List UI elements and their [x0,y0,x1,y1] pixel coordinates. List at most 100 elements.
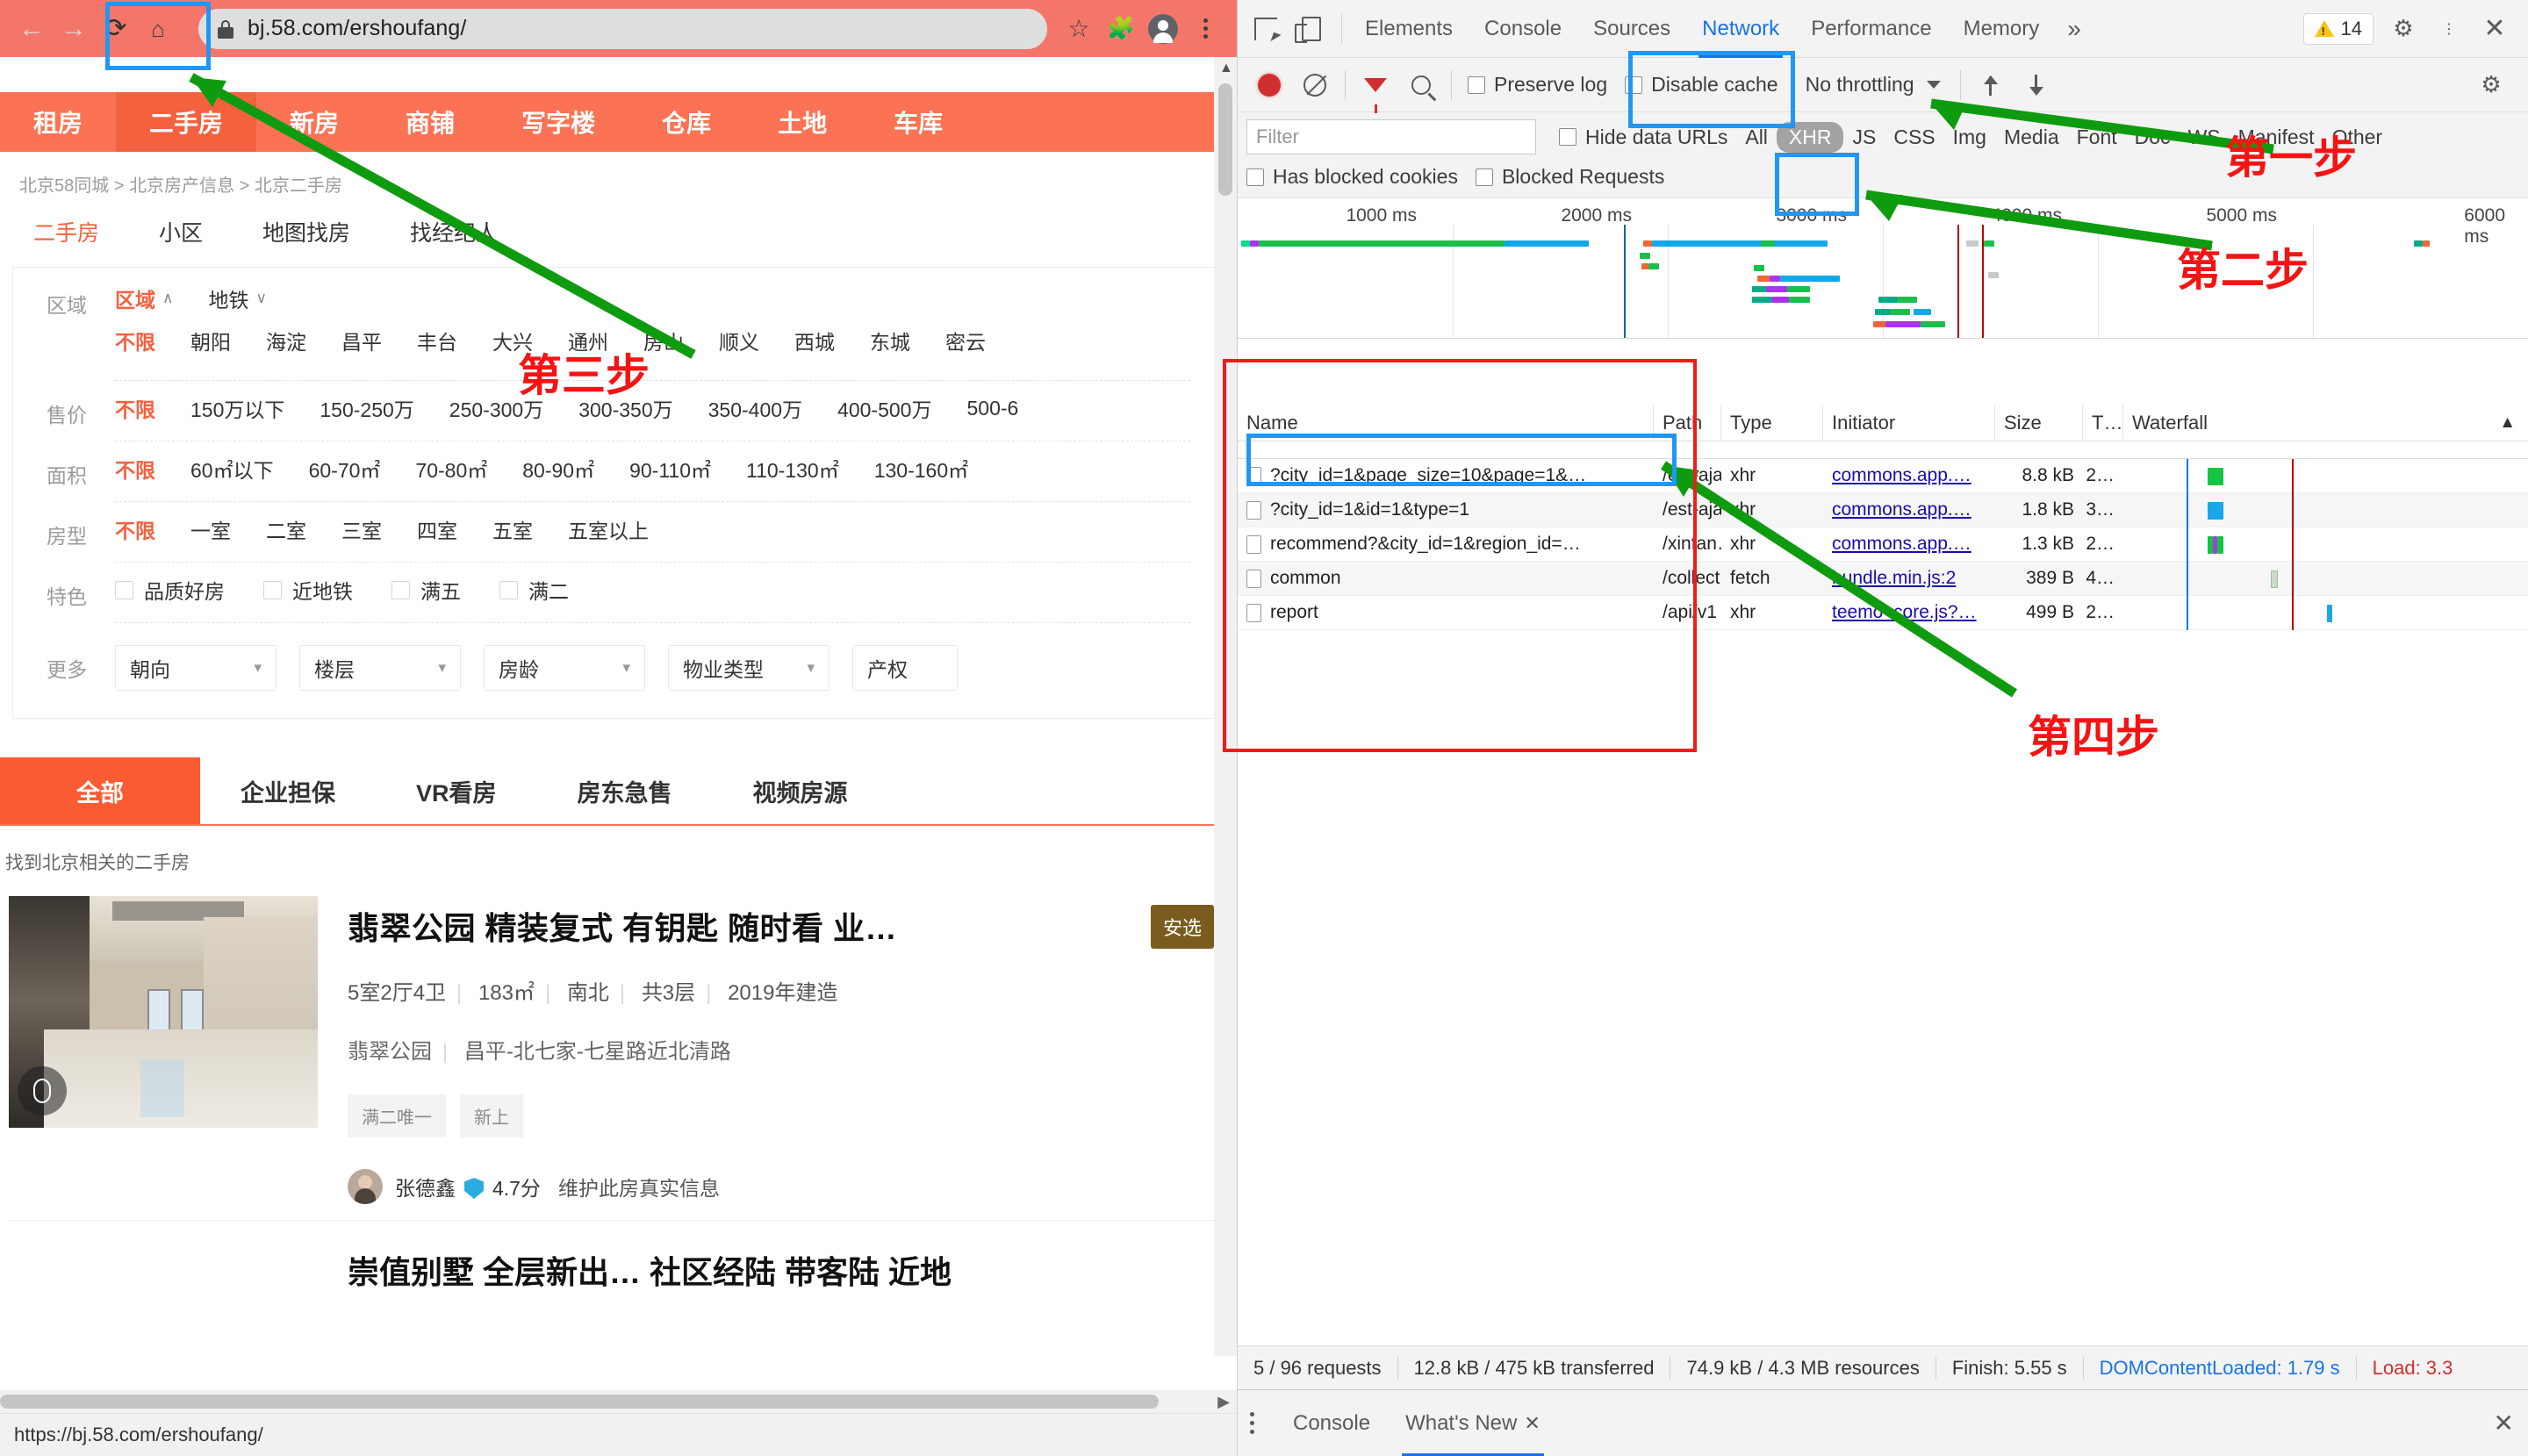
resource-type-all[interactable]: All [1736,124,1777,151]
rooms-value-4[interactable]: 四室 [417,514,457,544]
rooms-value-3[interactable]: 三室 [341,514,382,544]
table-row[interactable]: report /api/v1 xhr teemo_core.js?… 499 B… [1238,595,2528,630]
filter-input[interactable]: Filter [1246,119,1536,154]
area-value-7[interactable]: 130-160㎡ [874,454,968,484]
close-devtools-icon[interactable]: ✕ [2472,6,2517,52]
home-button[interactable]: ⌂ [137,8,179,50]
price-value-2[interactable]: 150-250万 [320,393,413,423]
nav-item-cangku[interactable]: 仓库 [628,92,744,152]
region-value-1[interactable]: 朝阳 [190,326,231,355]
row-checkbox[interactable] [1246,466,1261,485]
export-har-icon[interactable] [2014,62,2059,108]
tab-urgent-sale[interactable]: 房东急售 [537,757,713,824]
select-ownership[interactable]: 产权 [852,645,958,691]
nav-item-tudi[interactable]: 土地 [744,92,860,152]
resource-type-font[interactable]: Font [2068,124,2126,151]
search-icon[interactable] [1398,62,1444,108]
tab-performance[interactable]: Performance [1795,0,1947,58]
region-toggle-quyu[interactable]: 区域 [115,283,155,313]
has-blocked-cookies-checkbox[interactable]: Has blocked cookies [1246,165,1458,189]
device-toolbar-icon[interactable] [1289,6,1334,52]
disable-cache-checkbox[interactable]: Disable cache [1625,73,1778,97]
price-value-1[interactable]: 150万以下 [190,393,284,423]
page-vertical-scrollbar[interactable]: ▲ [1214,57,1237,1356]
column-header-time[interactable]: T… [2083,404,2123,441]
network-overview-timeline[interactable]: 1000 ms 2000 ms 3000 ms 4000 ms 5000 ms … [1238,198,2528,339]
region-value-11[interactable]: 密云 [945,326,986,355]
row-checkbox[interactable] [1246,500,1261,520]
table-row[interactable]: ?city_id=1&id=1&type=1 /est-aja… xhr com… [1238,492,2528,527]
region-value-8[interactable]: 顺义 [719,326,759,355]
column-header-size[interactable]: Size [1995,404,2083,441]
subnav-item-jingjiren[interactable]: 找经纪人 [380,216,528,247]
clear-button[interactable] [1292,62,1338,108]
preserve-log-checkbox[interactable]: Preserve log [1468,73,1607,97]
resource-type-ws[interactable]: WS [2180,124,2230,151]
column-header-type[interactable]: Type [1721,404,1823,441]
nav-item-xinfang[interactable]: 新房 [256,92,372,152]
hide-data-urls-checkbox[interactable]: Hide data URLs [1559,126,1727,149]
tab-console[interactable]: Console [1469,0,1577,58]
blocked-requests-checkbox[interactable]: Blocked Requests [1475,165,1664,189]
devtools-menu-icon[interactable]: ⋮ [2426,6,2472,52]
drawer-menu-icon[interactable] [1250,1412,1254,1434]
subnav-item-ershoufang[interactable]: 二手房 [4,216,129,247]
request-initiator[interactable]: teemo_core.js?… [1823,596,1995,630]
tab-sources[interactable]: Sources [1577,0,1686,58]
drawer-tab-whats-new[interactable]: What's New ✕ [1388,1390,1558,1456]
select-orientation[interactable]: 朝向 ▾ [115,645,276,691]
price-value-6[interactable]: 400-500万 [837,393,931,423]
network-requests-table[interactable]: Name Path Type Initiator Size T… Waterfa… [1238,404,2528,1345]
listing2-title[interactable]: 崇值别墅 全层新出… 社区经陆 带客陆 近地 [0,1221,1237,1293]
subnav-item-ditu[interactable]: 地图找房 [233,216,380,247]
filter-funnel-icon[interactable] [1353,62,1398,113]
column-header-initiator[interactable]: Initiator [1823,404,1995,441]
nav-item-zufang[interactable]: 租房 [0,92,116,152]
close-icon[interactable]: ✕ [1524,1412,1540,1435]
region-value-0[interactable]: 不限 [115,326,155,355]
profile-avatar[interactable] [1142,8,1184,50]
chevron-down-icon[interactable]: ∨ [255,290,266,307]
feature-checkbox-3[interactable]: 满二 [499,575,569,605]
tab-video-listings[interactable]: 视频房源 [713,757,888,824]
resource-type-img[interactable]: Img [1944,124,1995,151]
record-button[interactable] [1246,62,1292,108]
resource-type-xhr[interactable]: XHR [1776,121,1844,153]
chevron-down-icon[interactable] [1926,81,1941,89]
column-header-path[interactable]: Path [1654,404,1721,441]
chrome-menu-icon[interactable] [1184,8,1226,50]
reload-button[interactable]: ⟳ [95,8,137,50]
page-horizontal-scrollbar[interactable]: ▶ [0,1390,1237,1413]
tab-enterprise-guarantee[interactable]: 企业担保 [200,757,376,824]
resource-type-media[interactable]: Media [1995,124,2068,151]
warning-count-badge[interactable]: 14 [2302,12,2374,45]
inspect-element-icon[interactable] [1243,6,1289,52]
scrollbar-thumb[interactable] [0,1395,1159,1409]
request-initiator[interactable]: bundle.min.js:2 [1823,562,1995,596]
area-value-0[interactable]: 不限 [115,454,155,484]
tab-memory[interactable]: Memory [1948,0,2056,58]
region-value-10[interactable]: 东城 [870,326,910,355]
chevron-up-icon[interactable]: ∧ [162,290,173,307]
settings-gear-icon[interactable]: ⚙ [2381,6,2426,52]
area-value-6[interactable]: 110-130㎡ [746,454,839,484]
resource-type-css[interactable]: CSS [1885,124,1943,151]
region-value-3[interactable]: 昌平 [341,326,382,355]
price-value-7[interactable]: 500-6 [966,397,1018,420]
feature-checkbox-0[interactable]: 品质好房 [115,575,225,605]
price-value-5[interactable]: 350-400万 [708,393,802,423]
request-initiator[interactable]: commons.app.… [1823,493,1995,527]
bookmark-star-icon[interactable]: ☆ [1058,8,1100,50]
throttling-select[interactable]: No throttling [1806,73,1914,97]
area-value-1[interactable]: 60㎡以下 [190,454,274,484]
resource-type-js[interactable]: JS [1843,124,1885,151]
listing-title[interactable]: 翡翠公园 精装复式 有钥匙 随时看 业… [348,896,897,949]
network-settings-gear-icon[interactable]: ⚙ [2468,62,2514,108]
drawer-close-icon[interactable]: ✕ [2494,1409,2528,1438]
row-checkbox[interactable] [1246,569,1261,588]
listing-thumbnail[interactable] [9,896,318,1128]
listing-location[interactable]: 昌平-北七家-七星路近北清路 [464,1040,731,1064]
more-tabs-icon[interactable]: » [2055,15,2094,43]
tab-elements[interactable]: Elements [1349,0,1469,58]
tab-vr[interactable]: VR看房 [376,757,537,824]
